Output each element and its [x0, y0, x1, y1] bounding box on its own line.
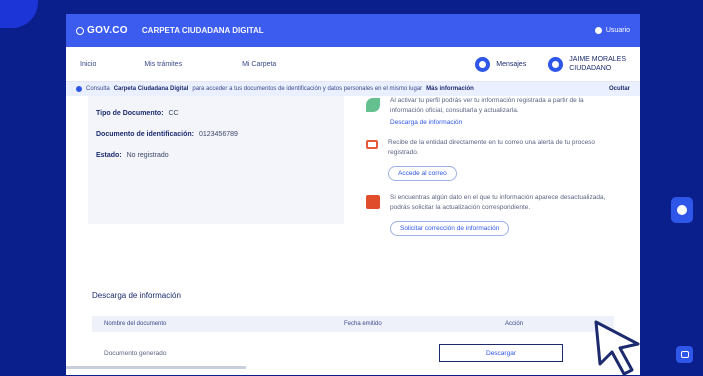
info-block-2-text: Recibe de la entidad directamente en tu … [388, 139, 596, 156]
downloads-table-header: Nombre del documento Fecha emitido Acció… [92, 316, 614, 332]
info-block-1-text: Al activar tu perfil podrás ver tu infor… [390, 97, 584, 114]
top-bar: GOV.CO CARPETA CIUDADANA DIGITAL Usuario [66, 14, 640, 47]
info-block-profile: Al activar tu perfil podrás ver tu infor… [366, 96, 616, 126]
table-row: Documento generado Descargar [92, 344, 614, 362]
browser-frame: GOV.CO CARPETA CIUDADANA DIGITAL Usuario… [66, 14, 640, 375]
info-block-email: Recibe de la entidad directamente en tu … [366, 138, 616, 181]
doc-id-field: Documento de identificación: 0123456789 [96, 131, 336, 138]
notifications-button[interactable]: Mensajes [475, 56, 527, 72]
doc-type-label: Tipo de Documento: [96, 110, 164, 117]
alert-more-link[interactable]: Más información [426, 86, 474, 92]
horizontal-scrollbar[interactable] [66, 366, 246, 369]
nav-bar: Inicio Mis trámites Mi Carpeta Mensajes … [66, 47, 640, 82]
doc-id-label: Documento de identificación: [96, 131, 195, 138]
info-block-correction: Si encuentras algún dato en el que tu in… [366, 193, 616, 236]
alert-bar: Consulta Carpeta Ciudadana Digital para … [66, 82, 640, 96]
user-menu-button[interactable]: JAIME MORALES CIUDADANO [548, 55, 626, 73]
col-date-header[interactable]: Fecha emitido [344, 321, 484, 327]
nav-item-tramites[interactable]: Mis trámites [144, 61, 182, 68]
user-icon [548, 56, 564, 72]
info-block-1-link[interactable]: Descarga de información [390, 119, 616, 126]
info-icon [76, 86, 82, 92]
alert-text: para acceder a tus documentos de identif… [192, 86, 423, 92]
downloads-title: Descarga de información [92, 291, 181, 300]
nav-item-carpeta[interactable]: Mi Carpeta [242, 61, 276, 68]
doc-type-field: Tipo de Documento: CC [96, 110, 336, 117]
accessibility-icon[interactable] [671, 197, 693, 223]
user-chip-icon [594, 27, 602, 34]
alert-highlight: Carpeta Ciudadana Digital [113, 86, 189, 92]
profile-card: Tipo de Documento: CC Documento de ident… [88, 96, 344, 224]
status-label: Estado: [96, 152, 122, 159]
corner-badge [0, 0, 38, 28]
brand-icon [76, 26, 84, 35]
info-column: Al activar tu perfil podrás ver tu infor… [366, 96, 616, 248]
nav-item-inicio[interactable]: Inicio [80, 61, 96, 68]
alert-prefix: Consulta [86, 86, 110, 92]
brand-logo[interactable]: GOV.CO [76, 25, 128, 36]
request-correction-button[interactable]: Solicitar corrección de información [390, 221, 510, 236]
bell-icon [475, 56, 491, 72]
cursor-arrow-icon [594, 320, 640, 376]
col-name-header[interactable]: Nombre del documento [104, 321, 344, 327]
leaf-icon [366, 98, 380, 112]
status-value: No registrado [126, 152, 169, 159]
user-name: JAIME MORALES [569, 56, 626, 63]
download-button[interactable]: Descargar [439, 344, 563, 362]
info-block-3-text: Si encuentras algún dato en el que tu in… [390, 194, 606, 211]
brand-label: GOV.CO [87, 25, 128, 36]
email-access-button[interactable]: Accede al correo [388, 166, 457, 181]
status-field: Estado: No registrado [96, 152, 336, 159]
laptop-icon [366, 140, 378, 149]
chat-icon[interactable] [676, 346, 693, 363]
doc-id-value: 0123456789 [198, 131, 238, 138]
portal-title: CARPETA CIUDADANA DIGITAL [141, 26, 264, 35]
doc-type-value: CC [168, 110, 179, 117]
message-icon [366, 195, 380, 209]
row-document-name: Documento generado [104, 349, 167, 357]
user-role: CIUDADANO [569, 65, 612, 72]
col-action-header: Acción [504, 321, 523, 327]
user-chip[interactable]: Usuario [594, 27, 630, 34]
alert-hide-button[interactable]: Ocultar [609, 86, 630, 92]
notifications-label: Mensajes [496, 60, 527, 68]
user-chip-label: Usuario [605, 27, 630, 34]
